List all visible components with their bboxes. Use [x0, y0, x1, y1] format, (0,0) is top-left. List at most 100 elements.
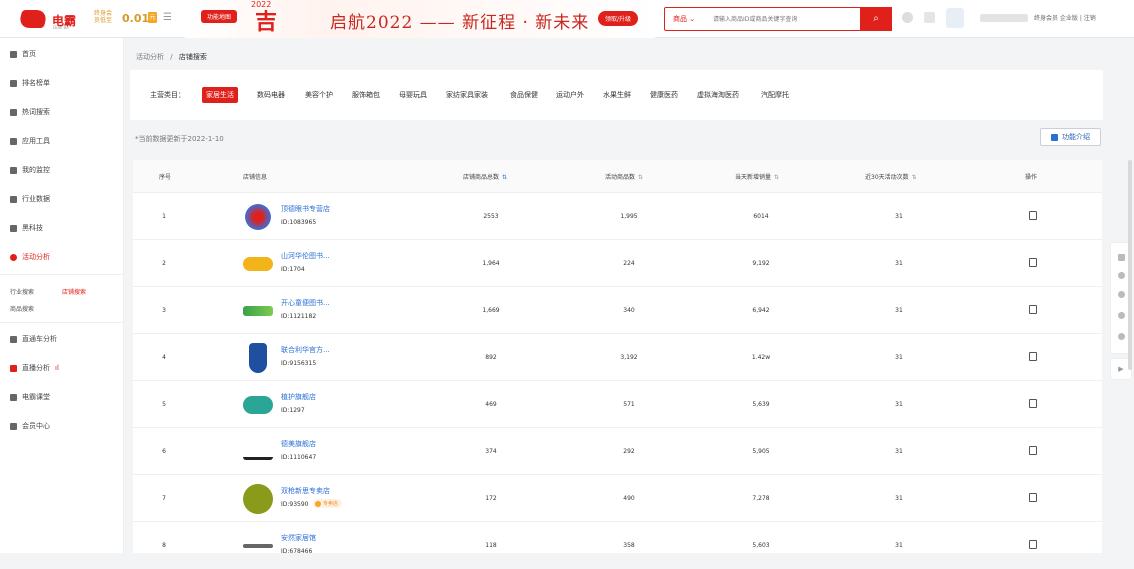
function-intro-label: 功能介绍 [1062, 133, 1090, 141]
sidebar-item-industry-data[interactable]: 行业数据 [10, 192, 50, 206]
scrollbar[interactable] [1128, 160, 1132, 370]
sidebar-item-black-tech[interactable]: 黑科技 [10, 221, 43, 235]
daily-sales: 9,192 [752, 260, 770, 267]
sidebar-item-label: 直通车分析 [22, 335, 57, 343]
detail-icon[interactable] [1029, 258, 1037, 267]
search-input[interactable] [713, 12, 853, 26]
menu-icon[interactable]: ☰ [163, 12, 172, 23]
column-header-sortable[interactable]: 活动商品数 ⇅ [605, 172, 643, 181]
sidebar-item-classroom[interactable]: 电霸课堂 [10, 390, 50, 404]
category-chip[interactable]: 运动户外 [552, 87, 588, 103]
category-chip[interactable]: 虚拟海淘医药 [693, 87, 743, 103]
qq-icon[interactable] [1118, 291, 1125, 298]
sidebar-item-hot-words[interactable]: 热词搜索 [10, 105, 50, 119]
vip-promo[interactable]: 终身会 员低至 [94, 10, 112, 24]
shop-name-link[interactable]: 顶德眼书专营店 [281, 204, 330, 214]
support-icon[interactable] [1118, 333, 1125, 340]
sort-icon: ⇅ [774, 174, 780, 181]
shop-name-link[interactable]: 山河华伦图书... [281, 251, 330, 261]
help-icon[interactable] [902, 12, 913, 23]
column-header-sortable[interactable]: 店铺商品总数 ⇅ [463, 172, 507, 181]
shop-logo[interactable] [243, 202, 273, 232]
shop-logo[interactable] [243, 444, 273, 460]
total-products: 2553 [483, 213, 499, 220]
category-chip[interactable]: 美容个护 [301, 87, 337, 103]
category-chip[interactable]: 家纺家具家装 [442, 87, 492, 103]
filter-label: 主营类目： [150, 91, 185, 99]
search-category-select[interactable]: 商品 ⌄ [673, 14, 695, 24]
shop-name-link[interactable]: 植护旗舰店 [281, 392, 316, 402]
sidebar-item-label: 排名榜单 [22, 79, 50, 87]
table-row: 1 顶德眼书专营店 ID:1083965 2553 1,995 6014 31 [133, 193, 1102, 240]
sidebar-item-label: 黑科技 [22, 224, 43, 232]
sub-item-industry-search[interactable]: 行业搜索 [10, 287, 34, 296]
activity-products: 224 [623, 260, 635, 267]
category-chip[interactable]: 母婴玩具 [395, 87, 431, 103]
camera-icon[interactable] [1118, 254, 1125, 261]
detail-icon[interactable] [1029, 493, 1037, 502]
detail-icon[interactable] [1029, 211, 1037, 220]
sub-item-shop-search[interactable]: 店铺搜索 [62, 287, 86, 296]
brand-logo[interactable]: 电霸 Dian Ba [17, 8, 90, 30]
category-chip[interactable]: 汽配摩托 [757, 87, 793, 103]
category-chip[interactable]: 服饰箱包 [348, 87, 384, 103]
shop-name-link[interactable]: 双枪新思专卖店 [281, 486, 330, 496]
function-map-badge[interactable]: 功能地图 [201, 10, 238, 23]
shop-logo[interactable] [243, 544, 273, 548]
logo-subtext: Dian Ba [53, 25, 69, 30]
table-row: 4 联合利华官方... ID:9156315 892 3,192 1.42w 3… [133, 334, 1102, 381]
shop-logo[interactable] [243, 484, 273, 514]
breadcrumb-separator: / [170, 53, 173, 61]
shop-name-link[interactable]: 联合利华官方... [281, 345, 330, 355]
shop-logo[interactable] [243, 257, 273, 271]
upgrade-button[interactable]: 领取/升级 [598, 11, 639, 26]
category-chip[interactable]: 数码电器 [253, 87, 289, 103]
category-chip[interactable]: 健康医药 [646, 87, 682, 103]
vip-line-1: 终身会 [94, 10, 113, 17]
detail-icon[interactable] [1029, 305, 1037, 314]
column-header-label: 活动商品数 [605, 174, 636, 181]
category-chip[interactable]: 水果生鲜 [599, 87, 635, 103]
detail-icon[interactable] [1029, 446, 1037, 455]
activity-times: 31 [895, 495, 903, 502]
sub-item-product-search[interactable]: 商品搜索 [10, 304, 34, 313]
sidebar-item-monitor[interactable]: 我的监控 [10, 163, 50, 177]
sidebar-item-live-analysis[interactable]: 直播分析 ıl [10, 361, 59, 375]
table-row: 5 植护旗舰店 ID:1297 469 571 5,639 31 [133, 381, 1102, 428]
sidebar-item-rankings[interactable]: 排名榜单 [10, 76, 50, 90]
shop-name-link[interactable]: 开心童便图书... [281, 298, 330, 308]
row-number: 6 [162, 448, 166, 455]
shop-id: ID:9156315 [281, 360, 317, 367]
detail-icon[interactable] [1029, 399, 1037, 408]
wechat-icon[interactable] [1118, 272, 1125, 279]
shop-logo[interactable] [249, 343, 267, 373]
user-membership-links[interactable]: 终身会员 企业版 | 注销 [1034, 13, 1096, 22]
promo-banner[interactable]: 功能地图 2022 吉 启航2022 —— 新征程 · 新未来 [185, 0, 655, 38]
category-chip[interactable]: 食品保健 [506, 87, 542, 103]
shop-logo[interactable] [243, 306, 273, 316]
column-header-sortable[interactable]: 当天新增销量 ⇅ [735, 172, 779, 181]
live-icon [10, 364, 17, 372]
shop-logo[interactable] [243, 396, 273, 414]
shop-name-link[interactable]: 德美旗舰店 [281, 439, 316, 449]
fire-icon [10, 108, 17, 116]
search-button[interactable]: ⌕ [860, 7, 892, 31]
detail-icon[interactable] [1029, 352, 1037, 361]
sidebar-item-activity-analysis[interactable]: 活动分析 [10, 250, 50, 264]
shop-name-link[interactable]: 安然家居馆 [281, 533, 316, 543]
category-chip[interactable]: 家居生活 [202, 87, 238, 103]
function-intro-button[interactable]: 功能介绍 [1040, 128, 1101, 146]
column-header-sortable[interactable]: 近30天活动次数 ⇅ [865, 172, 917, 181]
sidebar-item-tools[interactable]: 应用工具 [10, 134, 50, 148]
activity-times: 31 [895, 542, 903, 549]
detail-icon[interactable] [1029, 540, 1037, 549]
category-filter: 主营类目： 家居生活 数码电器 美容个护 服饰箱包 母婴玩具 家纺家具家装 食品… [130, 70, 1103, 120]
avatar[interactable] [946, 8, 964, 28]
sidebar-item-member-center[interactable]: 会员中心 [10, 419, 50, 433]
breadcrumb-parent[interactable]: 活动分析 [136, 53, 164, 61]
total-products: 118 [485, 542, 497, 549]
apps-grid-icon[interactable] [924, 12, 935, 23]
sidebar-item-home[interactable]: 首页 [10, 47, 36, 61]
weibo-icon[interactable] [1118, 312, 1125, 319]
sidebar-item-car-analysis[interactable]: 直通车分析 [10, 332, 57, 346]
